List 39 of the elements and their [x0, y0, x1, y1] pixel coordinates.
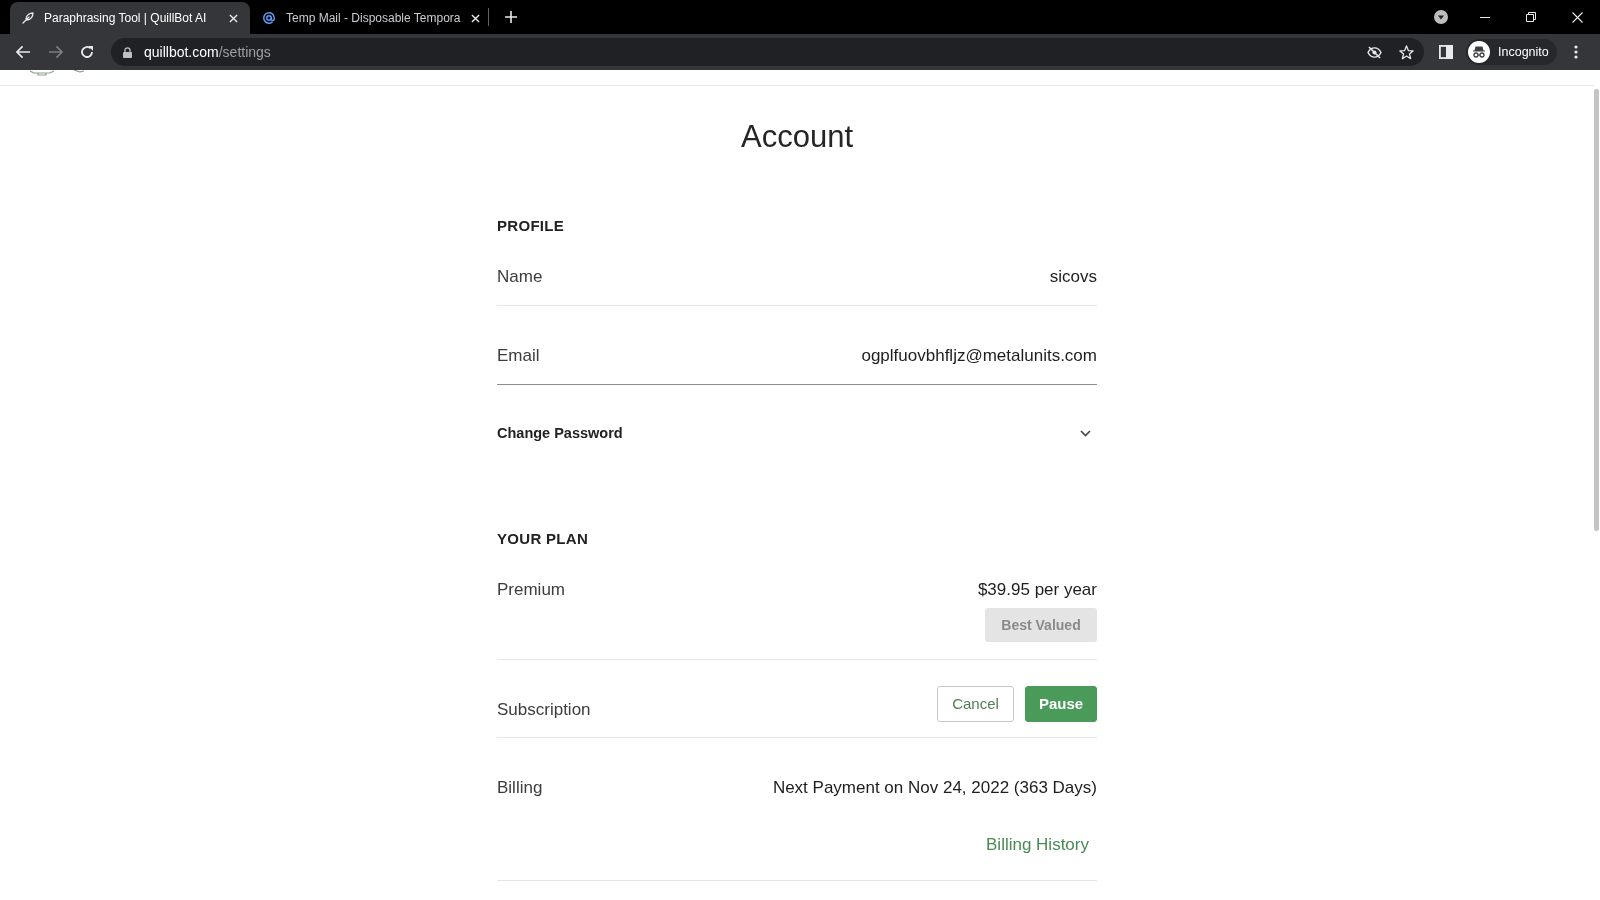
address-bar[interactable]: quillbot.com/settings: [111, 38, 1424, 66]
eye-off-icon[interactable]: [1367, 45, 1382, 59]
row-label: Subscription: [497, 699, 591, 721]
secondary-button[interactable]: Cancel: [937, 686, 1014, 722]
plan-price: $39.95 per year: [977, 579, 1097, 601]
feather-icon: [22, 12, 34, 24]
close-icon[interactable]: [229, 13, 238, 23]
section-heading: PROFILE: [497, 216, 566, 236]
side-panel-icon[interactable]: [1439, 45, 1453, 59]
section-heading: YOUR PLAN: [497, 529, 590, 549]
menu-icon[interactable]: [1574, 45, 1578, 59]
field-value: sicovs: [1049, 266, 1097, 288]
expand-toggle[interactable]: Change Password: [497, 423, 1097, 443]
star-icon[interactable]: [1399, 44, 1414, 60]
billing-history-link[interactable]: Billing History: [986, 833, 1089, 857]
row-label: Name: [497, 266, 543, 288]
incognito-profile-button[interactable]: Incognito: [1466, 39, 1557, 65]
lock-icon: [123, 46, 132, 58]
row-label: Premium: [497, 579, 565, 601]
page-title: Account: [740, 118, 854, 156]
row-label: Email: [497, 345, 540, 367]
back-icon[interactable]: [15, 45, 31, 59]
reload-icon[interactable]: [80, 45, 94, 59]
plan-badge: Best Valued: [985, 608, 1097, 642]
at-sign-icon: [262, 11, 276, 25]
close-icon[interactable]: [470, 13, 480, 23]
new-tab-icon[interactable]: [505, 11, 517, 23]
incognito-icon: [1468, 41, 1490, 63]
next-payment-text: Next Payment on Nov 24, 2022 (363 Days): [772, 777, 1097, 799]
close-window-icon[interactable]: [1571, 11, 1583, 23]
scrollbar[interactable]: [1594, 89, 1599, 531]
logo-icon: [30, 70, 84, 76]
forward-icon[interactable]: [47, 45, 63, 59]
row-label: Billing: [497, 777, 543, 799]
tab-search-icon[interactable]: [1434, 10, 1448, 24]
browser-tab[interactable]: Paraphrasing Tool | QuillBot AI: [10, 2, 250, 34]
restore-icon[interactable]: [1526, 12, 1536, 22]
minimize-icon[interactable]: [1480, 16, 1490, 18]
field-value: ogplfuovbhfljz@metalunits.com: [861, 345, 1097, 367]
